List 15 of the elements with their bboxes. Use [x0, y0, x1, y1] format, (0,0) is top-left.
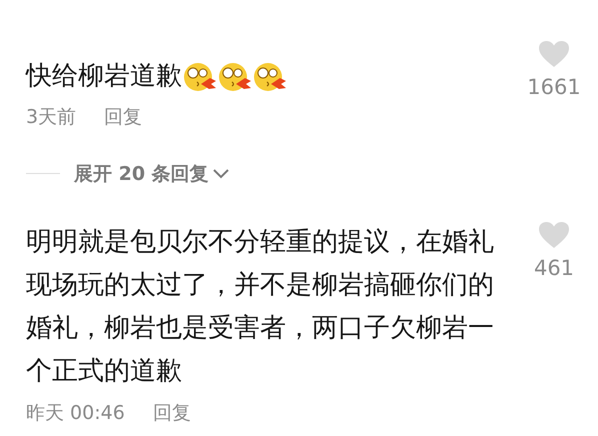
heart-icon[interactable]: [538, 221, 570, 249]
chevron-down-icon: [212, 168, 229, 179]
like-count: 1661: [527, 74, 581, 101]
comment-time: 3天前: [26, 105, 76, 130]
heart-icon[interactable]: [538, 40, 570, 68]
like-count: 461: [534, 255, 574, 282]
emoji-icon: [253, 62, 287, 92]
reply-link[interactable]: 回复: [152, 399, 191, 428]
comment-text: 快给柳岩道歉: [26, 60, 182, 93]
comment-time: 昨天 00:46: [26, 401, 125, 426]
reply-link[interactable]: 回复: [104, 103, 142, 132]
emoji-icon: [218, 62, 252, 92]
expand-replies-link[interactable]: 展开 20 条回复: [74, 160, 229, 188]
comment-text: 明明就是包贝尔不分轻重的提议，在婚礼现场玩的太过了，并不是柳岩搞砸你们的婚礼，柳岩也是受害者，两口子欠柳岩一个正式的道歉: [26, 226, 495, 388]
emoji-icon: [183, 62, 217, 92]
